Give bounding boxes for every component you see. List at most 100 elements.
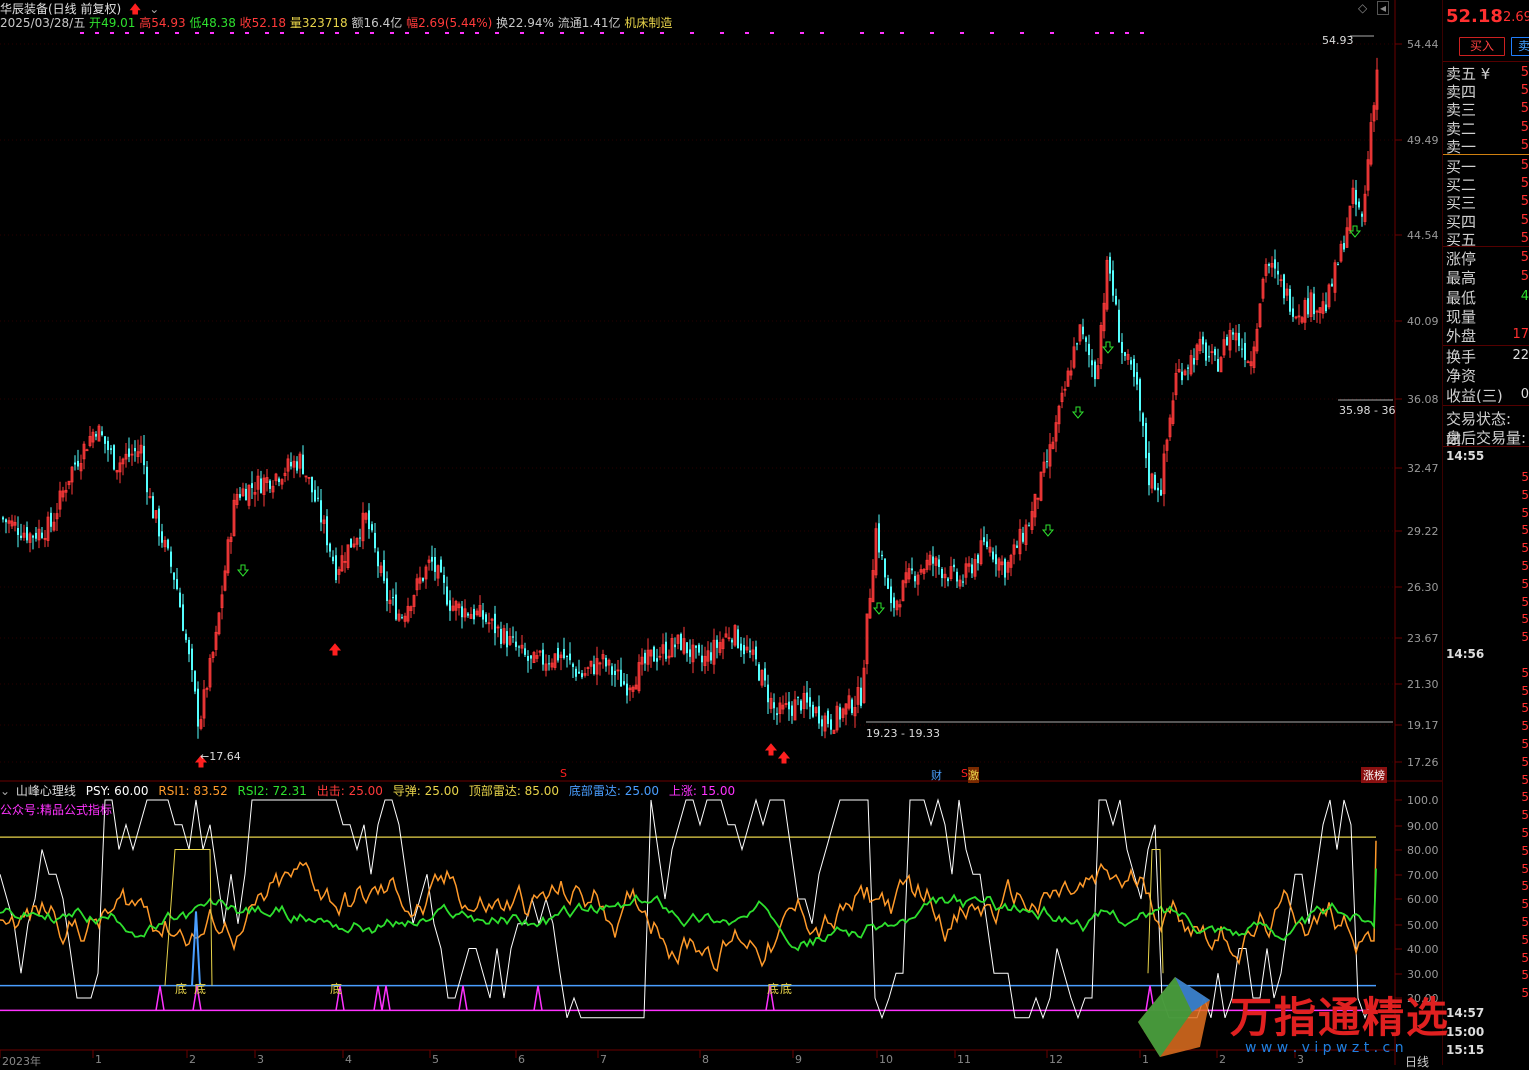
high-mark: 54.93 — [1322, 34, 1354, 47]
signal-dash — [660, 32, 664, 34]
candle-body — [1343, 243, 1345, 250]
candle-body — [932, 556, 934, 564]
candle-body — [1277, 270, 1279, 275]
candle-body — [887, 578, 889, 589]
tick-time: 14:55 — [1446, 449, 1485, 463]
candle-body — [74, 462, 76, 465]
candle-body — [176, 579, 178, 590]
candle-body — [239, 494, 241, 498]
candle-body — [1325, 304, 1327, 312]
candle-body — [1112, 270, 1114, 296]
candle-body — [1091, 360, 1093, 366]
buy-button[interactable]: 买入 — [1459, 37, 1505, 56]
signal-dash — [540, 32, 544, 34]
indicator-dropdown-icon[interactable]: ⌄ — [0, 784, 10, 798]
candle-body — [788, 701, 790, 710]
tick-value: 5 — [1521, 915, 1529, 929]
low-mark: ←17.64 — [200, 750, 241, 763]
candle-body — [401, 617, 403, 619]
high-value: 54.93 — [151, 16, 186, 30]
rsi1-line — [0, 840, 1377, 973]
range-label-2: 35.98 - 36 — [1339, 404, 1396, 417]
signal-dash — [720, 32, 724, 34]
diamond-icon[interactable]: ◇ — [1358, 1, 1367, 15]
tick-value: 5 — [1521, 843, 1529, 858]
tick-value: 5 — [1521, 630, 1529, 645]
finance-marker[interactable]: 财 — [931, 767, 942, 783]
candle-body — [278, 478, 280, 483]
signal-dash — [425, 32, 429, 34]
collapse-icon[interactable]: ◂ — [1377, 1, 1390, 15]
candle-body — [434, 556, 436, 572]
candle-body — [827, 710, 829, 724]
tick-value: 5 — [1521, 505, 1529, 520]
panel-row-label: 现量 — [1446, 307, 1477, 326]
sell-arrow-icon — [872, 602, 886, 615]
watermark-url: w w w . v i p w z t . c n — [1245, 1040, 1404, 1056]
candle-body — [839, 707, 841, 720]
sell-arrow-icon — [1071, 406, 1085, 419]
candle-body — [851, 699, 853, 714]
time-tick-label: 10 — [879, 1053, 893, 1066]
daodan-value: 导弹: 25.00 — [392, 784, 459, 798]
candle-body — [1232, 332, 1234, 335]
incentive-marker[interactable]: 激 — [968, 767, 979, 783]
buy-arrow-icon — [328, 643, 342, 656]
kline-chart[interactable] — [0, 0, 1442, 1065]
candle-body — [383, 559, 385, 581]
signal-dash — [745, 32, 749, 34]
sell-arrow-icon — [1101, 341, 1115, 354]
candle-body — [158, 508, 160, 537]
panel-row-value: 5 — [1520, 230, 1529, 246]
bottom-label: 底 — [780, 982, 793, 996]
candle-body — [1205, 342, 1207, 361]
candle-body — [656, 658, 658, 662]
indicator-tick-label: 90.00 — [1407, 820, 1439, 833]
candle-body — [146, 466, 148, 493]
panel-row-value: 5 — [1520, 176, 1529, 192]
sell-signal-marker[interactable]: S — [560, 767, 567, 780]
bottom-label: 底 — [767, 982, 780, 996]
indicator-tick-label: 50.00 — [1407, 919, 1439, 932]
sell-signal-marker-2[interactable]: S — [961, 767, 968, 780]
candle-body — [977, 554, 979, 564]
price-tick-label: 17.26 — [1407, 756, 1439, 769]
signal-dash — [195, 32, 199, 34]
current-price: 52.18 — [1446, 6, 1503, 27]
tick-value: 5 — [1521, 559, 1529, 573]
tick-value: 5 — [1521, 772, 1529, 787]
watermark-text: 万指通精选 — [1230, 993, 1451, 1042]
price-tick-label: 32.47 — [1407, 462, 1439, 475]
candle-body — [878, 523, 880, 553]
signal-dash — [800, 32, 804, 34]
candle-body — [614, 670, 616, 676]
signal-dash — [370, 32, 374, 34]
candle-body — [194, 671, 196, 692]
candle-body — [680, 633, 682, 650]
signal-dash — [110, 32, 114, 34]
candle-body — [377, 551, 379, 567]
industry[interactable]: 机床制造 — [624, 16, 672, 30]
candle-body — [314, 489, 316, 502]
candle-body — [1307, 298, 1309, 315]
tick-value: 5 — [1521, 701, 1529, 716]
rise-spike — [373, 985, 383, 1011]
turnover-value: 22.94% — [508, 16, 554, 30]
top-radar-value: 顶部雷达: 85.00 — [468, 784, 560, 798]
time-tick-label: 11 — [957, 1053, 971, 1066]
candle-body — [35, 532, 37, 539]
low-value: 48.38 — [201, 16, 236, 30]
candle-body — [581, 673, 583, 678]
candle-body — [2, 517, 4, 520]
limit-up-marker[interactable]: 涨榜 — [1361, 767, 1387, 783]
candle-body — [77, 460, 79, 467]
signal-dash — [125, 32, 129, 34]
indicator-name[interactable]: 山峰心理线 — [16, 784, 76, 798]
sell-button[interactable]: 卖 — [1511, 37, 1529, 56]
candle-body — [371, 524, 373, 531]
candle-body — [653, 646, 655, 662]
date: 2025/03/28/五 — [0, 16, 86, 30]
tick-value: 5 — [1521, 719, 1529, 734]
candle-body — [26, 527, 28, 541]
candle-body — [1160, 489, 1162, 496]
